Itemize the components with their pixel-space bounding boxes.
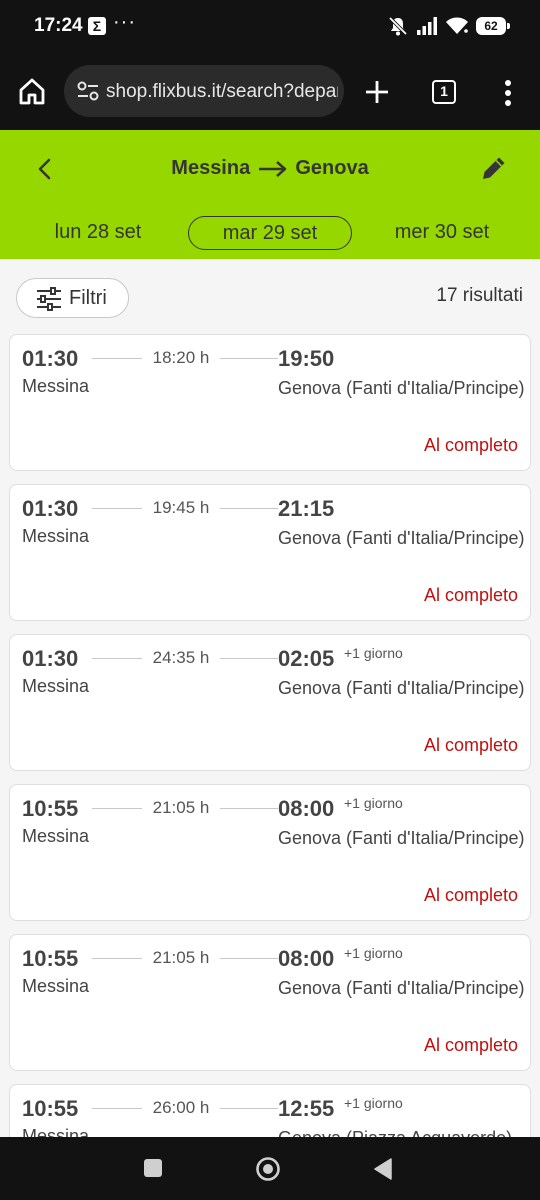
trip-duration: 24:35 h — [152, 648, 210, 667]
sold-out-status: Al completo — [423, 1035, 518, 1055]
trip-duration: 19:45 h — [152, 498, 210, 517]
trip-card[interactable]: 01:30 Messina 18:20 h 19:50 Genova (Fant… — [9, 334, 531, 471]
timeline-divider — [220, 658, 278, 659]
trip-card[interactable]: 01:30 Messina 19:45 h 21:15 Genova (Fant… — [9, 484, 531, 621]
address-bar[interactable]: shop.flixbus.it/search?departureCity — [64, 65, 344, 117]
arrival-city: Genova (Fanti d'Italia/Principe) — [278, 678, 525, 698]
departure-city: Messina — [22, 676, 90, 696]
arrival-time: 21:15 — [278, 496, 335, 521]
arrival-time: 08:00 — [278, 946, 335, 971]
battery-icon: 62 — [476, 17, 510, 35]
recents-icon[interactable] — [144, 1159, 162, 1177]
route-title: Messina Genova — [0, 154, 540, 182]
timeline-divider — [92, 358, 142, 359]
departure-city: Messina — [22, 376, 90, 396]
filters-label: Filtri — [69, 287, 107, 309]
arrival-time: 02:05 — [278, 646, 335, 671]
home-icon[interactable] — [16, 75, 48, 107]
system-nav-bar — [0, 1137, 540, 1200]
more-menu-icon[interactable] — [498, 78, 518, 108]
timeline-divider — [92, 508, 142, 509]
departure-time: 10:55 — [22, 796, 79, 821]
date-tab-selected[interactable]: mar 29 set — [188, 216, 352, 250]
arrival-city: Genova (Fanti d'Italia/Principe) — [278, 378, 525, 398]
arrival-city: Genova (Fanti d'Italia/Principe) — [278, 828, 525, 848]
arrival-time: 19:50 — [278, 346, 335, 371]
site-settings-icon[interactable] — [76, 80, 100, 102]
filters-button[interactable]: Filtri — [16, 278, 129, 318]
day-offset: +1 giorno — [344, 795, 403, 811]
timeline-divider — [220, 958, 278, 959]
departure-city: Messina — [22, 526, 90, 546]
sold-out-status: Al completo — [423, 435, 518, 455]
route-to: Genova — [295, 157, 369, 179]
sliders-icon — [37, 287, 61, 311]
trip-duration: 21:05 h — [152, 798, 210, 817]
trip-duration: 18:20 h — [152, 348, 210, 367]
date-tab-next[interactable]: mer 30 set — [380, 216, 504, 250]
more-notifications-icon: ··· — [113, 11, 136, 33]
departure-time: 10:55 — [22, 1096, 79, 1121]
tab-switcher-icon[interactable]: 1 — [432, 80, 456, 104]
departure-city: Messina — [22, 1126, 90, 1137]
results-count: 17 risultati — [436, 285, 523, 306]
arrival-time: 08:00 — [278, 796, 335, 821]
departure-city: Messina — [22, 976, 90, 996]
departure-time: 01:30 — [22, 496, 79, 521]
timeline-divider — [92, 658, 142, 659]
timeline-divider — [220, 358, 278, 359]
status-time: 17:24 — [34, 15, 83, 36]
departure-time: 10:55 — [22, 946, 79, 971]
timeline-divider — [92, 958, 142, 959]
sold-out-status: Al completo — [423, 885, 518, 905]
timeline-divider — [220, 508, 278, 509]
timeline-divider — [220, 1108, 278, 1109]
edit-pencil-icon[interactable] — [478, 152, 510, 184]
timeline-divider — [92, 808, 142, 809]
arrival-city: Genova (Piazza Acquaverde) — [278, 1126, 528, 1137]
home-circle-icon[interactable] — [255, 1156, 281, 1182]
arrival-city: Genova (Fanti d'Italia/Principe) — [278, 978, 525, 998]
mute-icon — [388, 16, 408, 36]
url-text[interactable]: shop.flixbus.it/search?departureCity — [106, 81, 338, 103]
trip-card[interactable]: 10:55 Messina 26:00 h 12:55 +1 giorno Ge… — [9, 1084, 531, 1137]
sold-out-status: Al completo — [423, 585, 518, 605]
new-tab-icon[interactable] — [362, 77, 392, 107]
browser-toolbar: shop.flixbus.it/search?departureCity 1 — [0, 52, 540, 130]
trip-card[interactable]: 10:55 Messina 21:05 h 08:00 +1 giorno Ge… — [9, 934, 531, 1071]
departure-city: Messina — [22, 826, 90, 846]
status-bar: 17:24 Σ ··· 62 — [0, 0, 540, 52]
route-from: Messina — [171, 157, 251, 179]
signal-icon — [417, 17, 437, 35]
trip-duration: 21:05 h — [152, 948, 210, 967]
arrival-time: 12:55 — [278, 1096, 335, 1121]
wifi-icon — [446, 17, 468, 34]
back-triangle-icon[interactable] — [372, 1157, 394, 1181]
results-list: 01:30 Messina 18:20 h 19:50 Genova (Fant… — [0, 334, 540, 1137]
search-header: Messina Genova lun 28 set mar 29 set mer… — [0, 130, 540, 259]
route-arrow-icon — [258, 160, 287, 177]
status-icons: 62 — [387, 15, 510, 37]
day-offset: +1 giorno — [344, 945, 403, 961]
sigma-icon: Σ — [88, 17, 106, 35]
day-offset: +1 giorno — [344, 1095, 403, 1111]
trip-card[interactable]: 10:55 Messina 21:05 h 08:00 +1 giorno Ge… — [9, 784, 531, 921]
departure-time: 01:30 — [22, 346, 79, 371]
trip-card[interactable]: 01:30 Messina 24:35 h 02:05 +1 giorno Ge… — [9, 634, 531, 771]
timeline-divider — [220, 808, 278, 809]
departure-time: 01:30 — [22, 646, 79, 671]
day-offset: +1 giorno — [344, 645, 403, 661]
date-tab-previous[interactable]: lun 28 set — [38, 216, 158, 250]
timeline-divider — [92, 1108, 142, 1109]
trip-duration: 26:00 h — [152, 1098, 210, 1117]
sold-out-status: Al completo — [423, 735, 518, 755]
arrival-city: Genova (Fanti d'Italia/Principe) — [278, 528, 525, 548]
